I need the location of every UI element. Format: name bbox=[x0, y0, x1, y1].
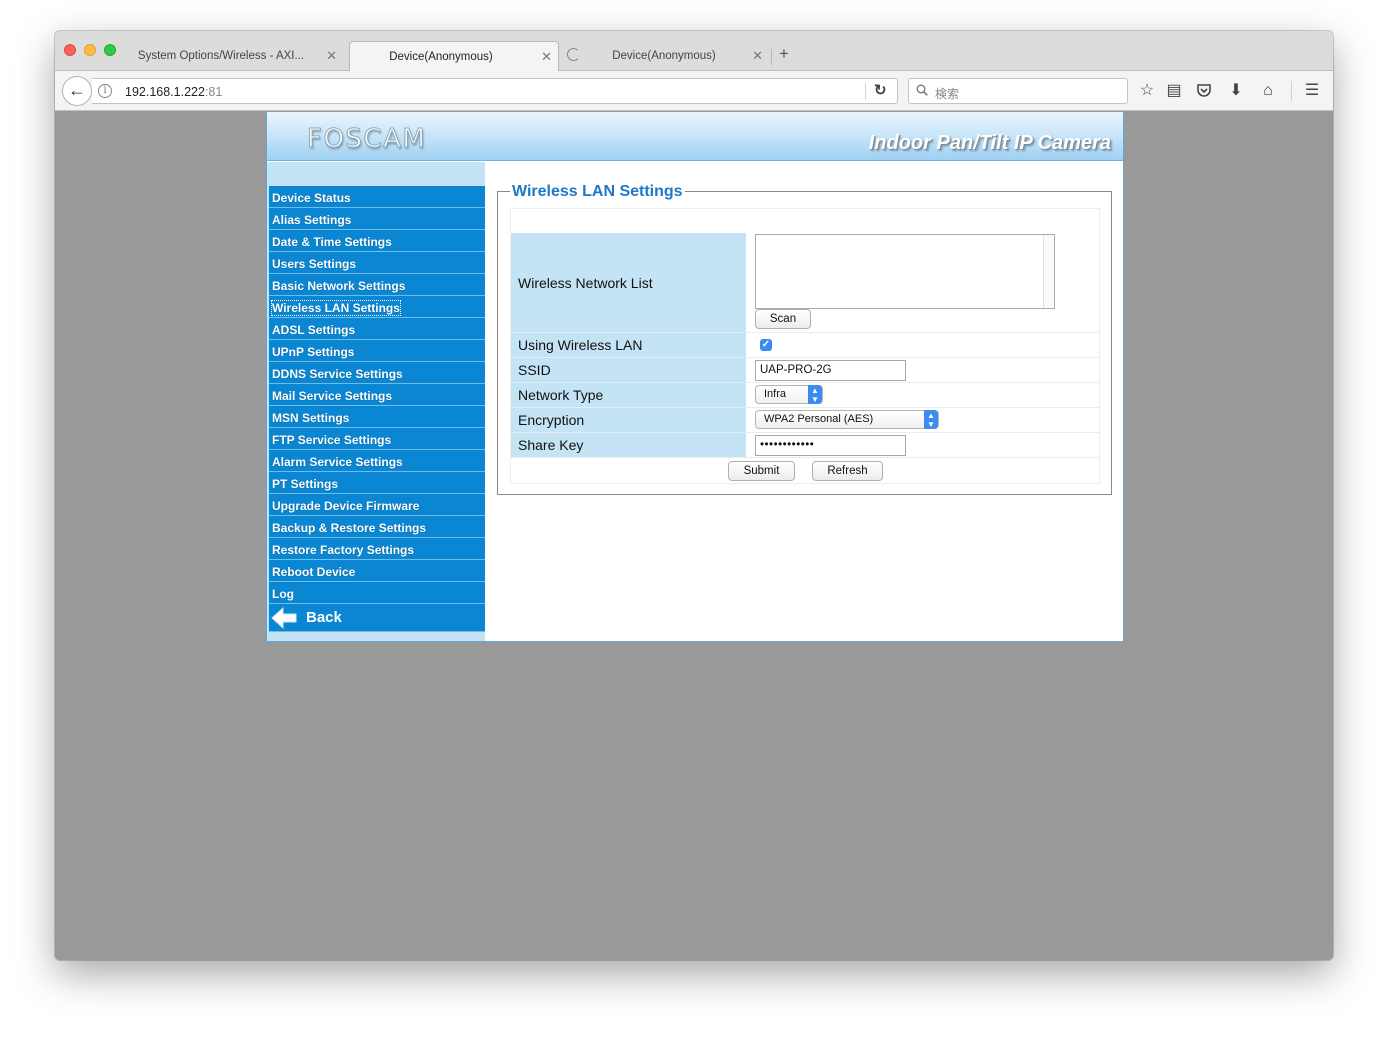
ssid-label: SSID bbox=[511, 358, 746, 382]
tab-title: System Options/Wireless - AXI... bbox=[137, 50, 305, 62]
encryption-value: WPA2 Personal (AES) bbox=[764, 413, 874, 425]
tab-strip: System Options/Wireless - AXI... ✕ Devic… bbox=[55, 31, 1333, 71]
sidebar-item-msn-settings[interactable]: MSN Settings bbox=[269, 406, 485, 428]
sidebar-item-alarm-service-settings[interactable]: Alarm Service Settings bbox=[269, 450, 485, 472]
tab-close-icon[interactable]: ✕ bbox=[326, 48, 337, 64]
back-arrow-icon[interactable]: ← bbox=[62, 76, 92, 106]
wireless-form: Wireless Network List Scan Using Wireles… bbox=[510, 208, 1100, 484]
share-key-label: Share Key bbox=[511, 433, 746, 457]
home-icon[interactable]: ⌂ bbox=[1258, 81, 1278, 101]
sidebar-item-reboot-device[interactable]: Reboot Device bbox=[269, 560, 485, 582]
chevron-updown-icon: ▲ ▼ bbox=[924, 410, 938, 429]
ssid-cell: UAP-PRO-2G bbox=[746, 358, 1099, 382]
sidebar-item-basic-network-settings[interactable]: Basic Network Settings bbox=[269, 274, 485, 296]
row-network-type: Network Type Infra ▲ ▼ bbox=[511, 383, 1099, 408]
sidebar-item-backup-restore-settings[interactable]: Backup & Restore Settings bbox=[269, 516, 485, 538]
network-type-label: Network Type bbox=[511, 383, 746, 407]
tab-title: Device(Anonymous) bbox=[389, 51, 493, 63]
minimize-window-button[interactable] bbox=[84, 44, 96, 56]
network-list-label: Wireless Network List bbox=[511, 233, 746, 332]
sidebar-item-upnp-settings[interactable]: UPnP Settings bbox=[269, 340, 485, 362]
sidebar-item-adsl-settings[interactable]: ADSL Settings bbox=[269, 318, 485, 340]
row-encryption: Encryption WPA2 Personal (AES) ▲ ▼ bbox=[511, 408, 1099, 433]
zoom-window-button[interactable] bbox=[104, 44, 116, 56]
network-list-scrollbar[interactable] bbox=[1043, 235, 1054, 308]
row-network-list: Wireless Network List Scan bbox=[511, 233, 1099, 333]
search-placeholder: 検索 bbox=[935, 87, 960, 101]
sidebar-item-users-settings[interactable]: Users Settings bbox=[269, 252, 485, 274]
sidebar-item-ftp-service-settings[interactable]: FTP Service Settings bbox=[269, 428, 485, 450]
loading-spinner-icon bbox=[567, 48, 580, 61]
back-arrow-icon bbox=[271, 607, 297, 629]
network-type-value: Infra bbox=[764, 388, 787, 400]
url-bar[interactable]: i 192.168.1.222:81 ↻ bbox=[92, 78, 898, 104]
new-tab-icon[interactable]: + bbox=[779, 45, 789, 62]
browser-window: System Options/Wireless - AXI... ✕ Devic… bbox=[55, 31, 1333, 960]
reading-list-icon[interactable]: ▤ bbox=[1164, 81, 1184, 101]
encryption-cell: WPA2 Personal (AES) ▲ ▼ bbox=[746, 408, 1099, 432]
encryption-select[interactable]: WPA2 Personal (AES) ▲ ▼ bbox=[755, 410, 939, 429]
tab-device-loading[interactable]: Device(Anonymous) ✕ bbox=[563, 41, 769, 71]
sidebar-item-restore-factory-settings[interactable]: Restore Factory Settings bbox=[269, 538, 485, 560]
sidebar-item-device-status[interactable]: Device Status bbox=[269, 186, 485, 208]
settings-main: Wireless LAN Settings Wireless Network L… bbox=[497, 162, 1113, 562]
back-link[interactable]: Back bbox=[269, 604, 485, 632]
using-wireless-cell: ✓ bbox=[746, 333, 1099, 357]
camera-admin-page: FOSCAM Indoor Pan/Tilt IP Camera Device … bbox=[266, 112, 1124, 642]
chevron-updown-icon: ▲ ▼ bbox=[808, 385, 822, 404]
row-ssid: SSID UAP-PRO-2G bbox=[511, 358, 1099, 383]
encryption-label: Encryption bbox=[511, 408, 746, 432]
row-using-wireless: Using Wireless LAN ✓ bbox=[511, 333, 1099, 358]
foscam-logo: FOSCAM bbox=[306, 124, 427, 155]
sidebar-item-alias-settings[interactable]: Alias Settings bbox=[269, 208, 485, 230]
page-title: Wireless LAN Settings bbox=[510, 183, 685, 201]
tab-close-icon[interactable]: ✕ bbox=[752, 48, 763, 64]
url-text: 192.168.1.222:81 bbox=[125, 85, 223, 99]
settings-sidebar: Device Status Alias Settings Date & Time… bbox=[267, 162, 485, 641]
scan-button[interactable]: Scan bbox=[755, 309, 811, 329]
using-wireless-label: Using Wireless LAN bbox=[511, 333, 746, 357]
tab-close-icon[interactable]: ✕ bbox=[541, 49, 552, 65]
url-divider bbox=[865, 83, 866, 100]
reload-icon[interactable]: ↻ bbox=[874, 81, 887, 99]
sidebar-item-pt-settings[interactable]: PT Settings bbox=[269, 472, 485, 494]
share-key-cell: •••••••••••• bbox=[746, 433, 1099, 457]
toolbar-divider bbox=[1291, 81, 1292, 101]
hamburger-menu-icon[interactable]: ☰ bbox=[1302, 81, 1322, 101]
pocket-icon[interactable] bbox=[1194, 81, 1214, 101]
submit-button[interactable]: Submit bbox=[728, 461, 795, 481]
sidebar-item-log[interactable]: Log bbox=[269, 582, 485, 604]
banner-caption: Indoor Pan/Tilt IP Camera bbox=[868, 132, 1111, 154]
site-info-icon[interactable]: i bbox=[98, 84, 112, 98]
close-window-button[interactable] bbox=[64, 44, 76, 56]
sidebar-item-upgrade-device-firmware[interactable]: Upgrade Device Firmware bbox=[269, 494, 485, 516]
row-share-key: Share Key •••••••••••• bbox=[511, 433, 1099, 458]
sidebar-item-mail-service-settings[interactable]: Mail Service Settings bbox=[269, 384, 485, 406]
page-viewport: FOSCAM Indoor Pan/Tilt IP Camera Device … bbox=[55, 112, 1333, 960]
bookmark-star-icon[interactable]: ☆ bbox=[1137, 81, 1157, 101]
search-input[interactable]: 検索 bbox=[908, 78, 1128, 104]
tab-device-active[interactable]: Device(Anonymous) ✕ bbox=[349, 41, 559, 71]
network-type-select[interactable]: Infra ▲ ▼ bbox=[755, 385, 823, 404]
network-type-cell: Infra ▲ ▼ bbox=[746, 383, 1099, 407]
sidebar-item-wireless-lan-settings[interactable]: Wireless LAN Settings bbox=[269, 296, 485, 318]
back-link-label: Back bbox=[306, 609, 342, 626]
network-list-cell: Scan bbox=[746, 233, 1099, 332]
tab-system-options[interactable]: System Options/Wireless - AXI... ✕ bbox=[125, 41, 343, 71]
camera-banner: FOSCAM Indoor Pan/Tilt IP Camera bbox=[267, 112, 1123, 161]
wireless-lan-fieldset: Wireless LAN Settings Wireless Network L… bbox=[497, 183, 1112, 495]
settings-menu: Device Status Alias Settings Date & Time… bbox=[269, 186, 485, 632]
navigation-bar: ← i 192.168.1.222:81 ↻ 検索 ☆ ▤ ⬇ ⌂ ☰ bbox=[55, 71, 1333, 111]
share-key-input[interactable]: •••••••••••• bbox=[755, 435, 906, 456]
search-icon bbox=[916, 84, 928, 96]
using-wireless-checkbox[interactable]: ✓ bbox=[760, 339, 772, 351]
sidebar-item-date-time-settings[interactable]: Date & Time Settings bbox=[269, 230, 485, 252]
tab-separator bbox=[771, 49, 772, 65]
download-icon[interactable]: ⬇ bbox=[1226, 81, 1246, 101]
sidebar-item-ddns-service-settings[interactable]: DDNS Service Settings bbox=[269, 362, 485, 384]
refresh-button[interactable]: Refresh bbox=[812, 461, 883, 481]
tab-title: Device(Anonymous) bbox=[612, 50, 716, 62]
ssid-input[interactable]: UAP-PRO-2G bbox=[755, 360, 906, 381]
wireless-network-list[interactable] bbox=[755, 234, 1055, 309]
